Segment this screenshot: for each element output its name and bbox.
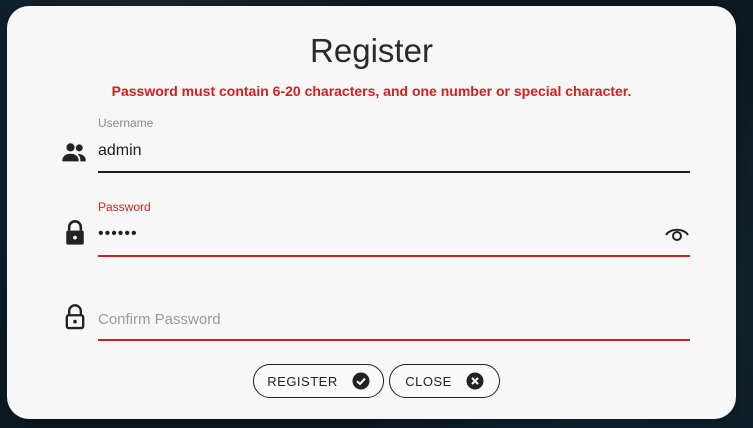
- password-field[interactable]: Password ••••••: [98, 198, 690, 258]
- close-button[interactable]: CLOSE: [389, 364, 500, 398]
- close-button-label: CLOSE: [405, 373, 452, 389]
- people-icon: [62, 143, 86, 162]
- password-input[interactable]: ••••••: [98, 225, 138, 243]
- register-dialog: Register Password must contain 6-20 char…: [7, 6, 736, 419]
- confirm-password-underline: [98, 339, 690, 341]
- check-circle-icon: [352, 372, 370, 390]
- confirm-password-input[interactable]: Confirm Password: [98, 311, 221, 328]
- error-message: Password must contain 6-20 characters, a…: [111, 83, 632, 99]
- close-circle-icon: [466, 372, 484, 390]
- dialog-title: Register: [310, 32, 433, 69]
- eye-icon[interactable]: [664, 224, 690, 244]
- unlock-icon: [65, 304, 85, 330]
- register-button[interactable]: REGISTER: [253, 364, 384, 398]
- username-field[interactable]: Username admin: [98, 114, 690, 174]
- lock-icon: [66, 220, 84, 245]
- password-label: Password: [98, 200, 151, 214]
- password-underline: [98, 255, 690, 257]
- register-button-label: REGISTER: [267, 373, 338, 389]
- username-underline: [98, 171, 690, 173]
- username-input[interactable]: admin: [98, 142, 142, 160]
- confirm-password-field[interactable]: Confirm Password: [98, 282, 690, 342]
- username-label: Username: [98, 116, 154, 130]
